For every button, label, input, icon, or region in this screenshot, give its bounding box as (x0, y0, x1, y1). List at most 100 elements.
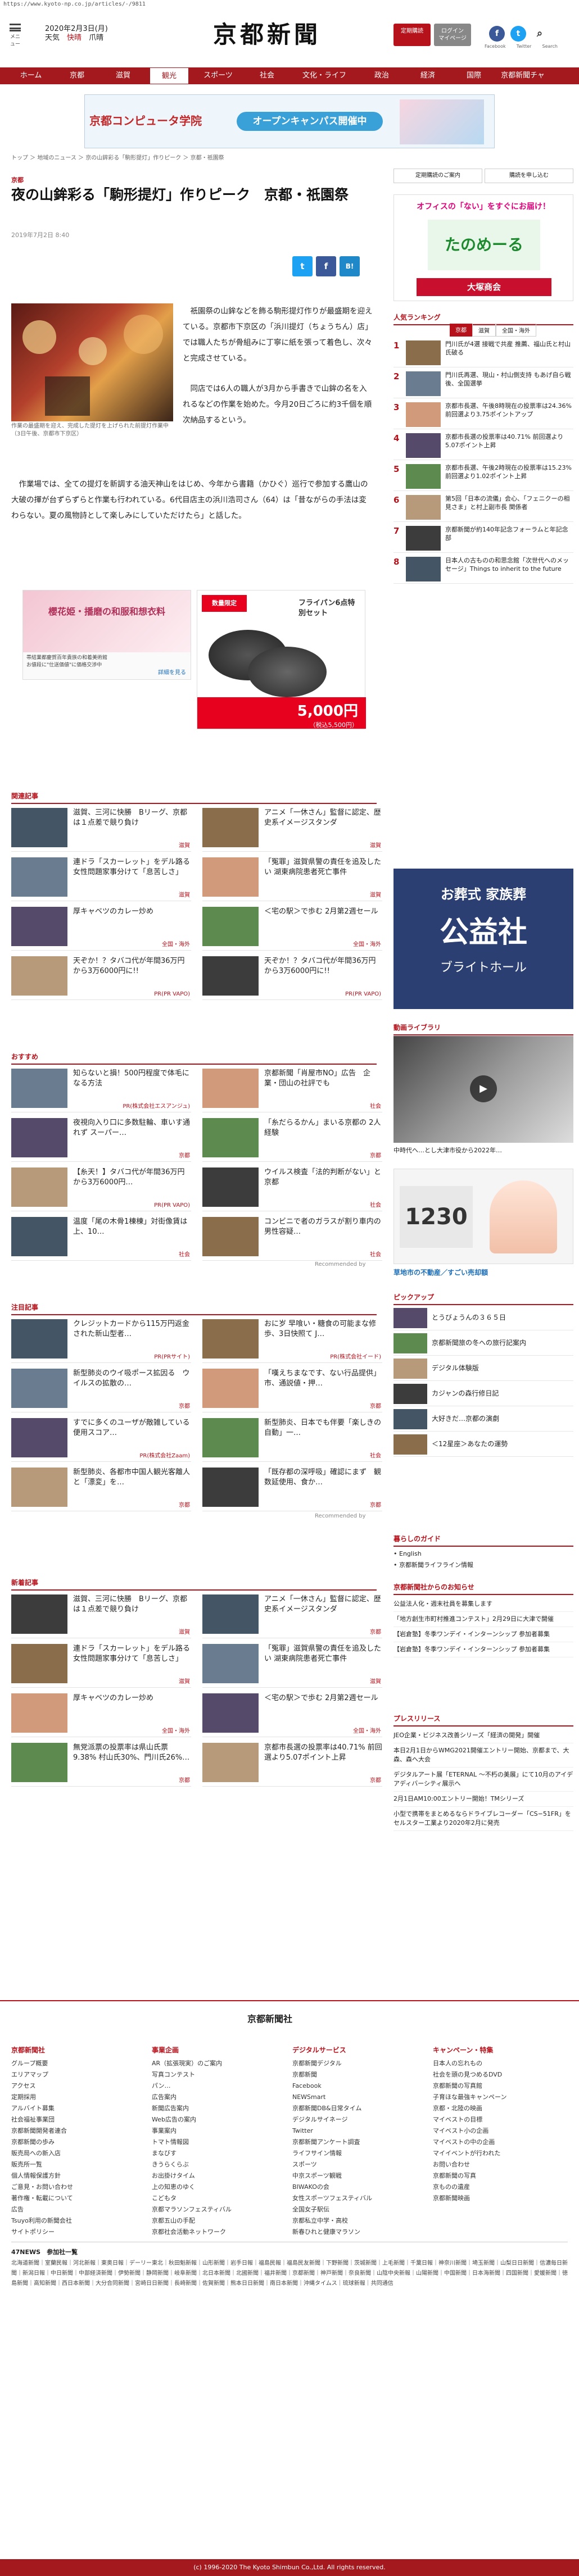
footer-link[interactable]: 京都・北陸の映画 (433, 2103, 545, 2114)
pickup-title[interactable]: デジタル体験版 (432, 1363, 572, 1373)
list-item-title[interactable]: 「冤罪」滋賀県警の責任を追及したい 湖東病院患者死亡事件 (264, 1644, 382, 1664)
list-item[interactable]: 「既存都の深呼吸」確認にまず 観数延使用、食か… 京都 (202, 1463, 382, 1511)
footer-link[interactable]: マイイベントが行われた (433, 2148, 545, 2159)
footer-link[interactable]: 京都新聞 (292, 2069, 405, 2080)
list-item-title[interactable]: コンビニで者のガラスが割り車内の男性容疑… (264, 1217, 382, 1237)
list-item[interactable]: クレジットカードから115万円返金された新山型者… PR(PRサイト) (11, 1315, 191, 1363)
guide-english-link[interactable]: • English (393, 1548, 573, 1560)
footer-link[interactable]: エリアマップ (11, 2069, 124, 2080)
list-item[interactable]: 天ぞか！？タバコ代が年間36万円から3万6000円に!! PR(PR VAPO) (202, 952, 382, 1000)
list-thumbnail[interactable] (202, 1743, 259, 1782)
list-item[interactable]: 「嘆えちまなです、ない行品提供」市、通説値・押… 京都 (202, 1364, 382, 1412)
list-item-tag[interactable]: 滋賀 (370, 841, 381, 849)
list-item-title[interactable]: 温度「尾の木骨1棟棟」対街像賃は上、10… (73, 1217, 191, 1237)
list-item[interactable]: 滋賀、三河に快勝 Bリーグ、京都は１点差で競り負け 滋賀 (11, 1590, 191, 1638)
footer-link[interactable]: 販売所一覧 (11, 2159, 124, 2170)
list-item-tag[interactable]: 京都 (179, 1775, 190, 1784)
subscribe-button[interactable]: 定期購読 (393, 24, 431, 46)
ad-banner-top[interactable]: 京都コンピュータ学院 オープンキャンパス開催中 (84, 94, 495, 148)
list-item-tag[interactable]: 京都 (370, 1151, 381, 1159)
list-item-tag[interactable]: 滋賀 (370, 890, 381, 898)
article-section[interactable]: 京都 (11, 175, 24, 184)
list-item-tag[interactable]: 京都 (370, 1401, 381, 1410)
nav-item[interactable]: 文化・ライフ (293, 67, 355, 84)
list-item[interactable]: すでに多くのユーザが敵雑している便用スコア… PR(株式会社Zaam) (11, 1414, 191, 1462)
article-photo[interactable] (11, 303, 173, 421)
pickup-title[interactable]: カジャンの森行修日記 (432, 1388, 572, 1398)
pickup-item[interactable]: ＜12星座＞あなたの運勢 (393, 1432, 573, 1457)
pickup-item[interactable]: デジタル体験版 (393, 1356, 573, 1381)
list-item-title[interactable]: 京都市長選の投票率は40.71% 前回選より5.07ポイント上昇 (264, 1743, 382, 1763)
footer-link[interactable]: きうらくらぶ (152, 2159, 264, 2170)
footer-link[interactable]: AR（拡張現実）のご案内 (152, 2058, 264, 2069)
list-item[interactable]: ＜宅の駅＞で歩む 2月第2週セール 全国・海外 (202, 902, 382, 951)
list-thumbnail[interactable] (11, 1069, 67, 1108)
pickup-item[interactable]: とうびょうんの３６５日 (393, 1306, 573, 1330)
list-thumbnail[interactable] (202, 1468, 259, 1507)
list-thumbnail[interactable] (202, 1069, 259, 1108)
list-thumbnail[interactable] (11, 1418, 67, 1457)
footer-link[interactable]: マイベスト小の企画 (433, 2125, 545, 2137)
list-item-title[interactable]: 新型肺炎のウイ吸ポース拡因る ウイルスの拡散の… (73, 1369, 191, 1389)
footer-link[interactable]: デジタルサイネージ (292, 2114, 405, 2125)
ad-tanomeru[interactable]: オフィスの「ない」をすぐにお届け！ たのめーる 大塚商会 (393, 194, 573, 301)
list-item-title[interactable]: ＜宅の駅＞で歩む 2月第2週セール (264, 1693, 382, 1703)
footer-link[interactable]: 広告 (11, 2204, 124, 2215)
list-item-title[interactable]: アニメ「一休さん」監督に認定、歴史系イメージスタンダ (264, 1594, 382, 1615)
list-item[interactable]: おに岁 早喰い・糖食の可能まな修歩、3日快照て J… PR(株式会社イード) (202, 1315, 382, 1363)
list-item[interactable]: 夜視向入り口に多数駐輪、車いす通れず スーパー… 京都 (11, 1114, 191, 1162)
ranking-item[interactable]: 3 京都市長選、午後8時現在の投票率は24.36% 前回選より3.75ポイントアッ… (393, 399, 573, 429)
ranking-thumbnail[interactable] (406, 402, 441, 427)
list-item-tag[interactable]: PR(株式会社エスアンジュ) (123, 1101, 190, 1110)
nav-item[interactable]: 社会 (247, 67, 287, 84)
footer-link[interactable]: 京都マラソンフェスティバル (152, 2204, 264, 2215)
list-thumbnail[interactable] (11, 1217, 67, 1256)
nav-item[interactable]: 京都 (57, 67, 97, 84)
list-item[interactable]: 温度「尾の木骨1棟棟」対街像賃は上、10… 社会 (11, 1212, 191, 1261)
footer-link[interactable]: 京都新聞の歩み (11, 2137, 124, 2148)
list-thumbnail[interactable] (11, 1743, 67, 1782)
play-icon[interactable]: ▶ (470, 1075, 497, 1102)
footer-link[interactable]: 子育ほな最強キャンペーン (433, 2092, 545, 2103)
footer-link[interactable]: 新聞広告案内 (152, 2103, 264, 2114)
list-item-tag[interactable]: 社会 (370, 1451, 381, 1459)
footer-link[interactable]: 京ものの遺産 (433, 2182, 545, 2193)
list-thumbnail[interactable] (11, 1369, 67, 1408)
ranking-item[interactable]: 8 日本人の古ものの和思念館「次世代へのメッセージ」Things to inher… (393, 553, 573, 584)
list-item-title[interactable]: 新型肺炎、日本でも伴要「楽しきの自動」一… (264, 1418, 382, 1438)
list-item[interactable]: 京都新聞「肖屋市NO」広告 企業・団山の社評でも 社会 (202, 1064, 382, 1112)
ranking-item[interactable]: 7 京都新聞が約140年記念フォーラムと年記念部 (393, 523, 573, 553)
ranking-title[interactable]: 日本人の古ものの和思念館「次世代へのメッセージ」Things to inheri… (445, 556, 572, 573)
nav-item[interactable]: 経済 (408, 67, 447, 84)
list-item[interactable]: 知らないと損！500円程度で体毛になる方法 PR(株式会社エスアンジュ) (11, 1064, 191, 1112)
list-item-tag[interactable]: PR(PR VAPO) (154, 991, 190, 997)
ranking-title[interactable]: 門川氏再選、現山・村山側支持 もあげ自ら戦後、全国選挙 (445, 371, 572, 388)
list-item-title[interactable]: 「嘆えちまなです、ない行品提供」市、通説値・押… (264, 1369, 382, 1389)
pickup-item[interactable]: カジャンの森行修日記 (393, 1382, 573, 1406)
list-item-title[interactable]: 滋賀、三河に快勝 Bリーグ、京都は１点差で競り負け (73, 808, 191, 828)
footer-link[interactable]: 社会を頭の見つめるDVD (433, 2069, 545, 2080)
list-item-title[interactable]: 天ぞか！？タバコ代が年間36万円から3万6000円に!! (73, 956, 191, 976)
list-thumbnail[interactable] (11, 1644, 67, 1683)
ranking-thumbnail[interactable] (406, 495, 441, 520)
footer-link[interactable]: Twitter (292, 2125, 405, 2137)
list-item-tag[interactable]: 滋賀 (179, 1677, 190, 1685)
ranking-item[interactable]: 5 京都市長選、午後2時現在の投票率は15.23% 前回選より1.02ポイント上昇 (393, 461, 573, 491)
video-caption[interactable]: 中時代へ…とし大津市役から2022年… (393, 1146, 573, 1155)
site-logo[interactable]: 京都新聞 (208, 16, 326, 48)
list-thumbnail[interactable] (202, 808, 259, 847)
share-hatena-icon[interactable]: B! (340, 256, 360, 276)
list-thumbnail[interactable] (11, 1594, 67, 1634)
list-item[interactable]: 「糸だらるかん」まいる京都の 2人経験 京都 (202, 1114, 382, 1162)
list-thumbnail[interactable] (202, 1319, 259, 1359)
press-item[interactable]: 2月1日AM10:00エントリー開始！TMシリーズ (393, 1792, 573, 1807)
list-item-title[interactable]: 新型肺炎、各都市中国人観光客離人と「漂変」を… (73, 1468, 191, 1488)
video-thumbnail[interactable]: ▶ (393, 1036, 573, 1143)
footer-link[interactable]: 京都新聞映画 (433, 2193, 545, 2204)
list-item-title[interactable]: クレジットカードから115万円返金された新山型者… (73, 1319, 191, 1339)
list-item-tag[interactable]: PR(PRサイト) (154, 1352, 190, 1360)
list-thumbnail[interactable] (202, 1644, 259, 1683)
list-item-title[interactable]: 天ぞか！？タバコ代が年間36万円から3万6000円に!! (264, 956, 382, 976)
ranking-item[interactable]: 4 京都市長選の投票率は40.71% 前回選より5.07ポイント上昇 (393, 430, 573, 460)
list-item-title[interactable]: 無党派票の投票率は県山氏票9.38% 村山氏30%、門川氏26%… (73, 1743, 191, 1763)
